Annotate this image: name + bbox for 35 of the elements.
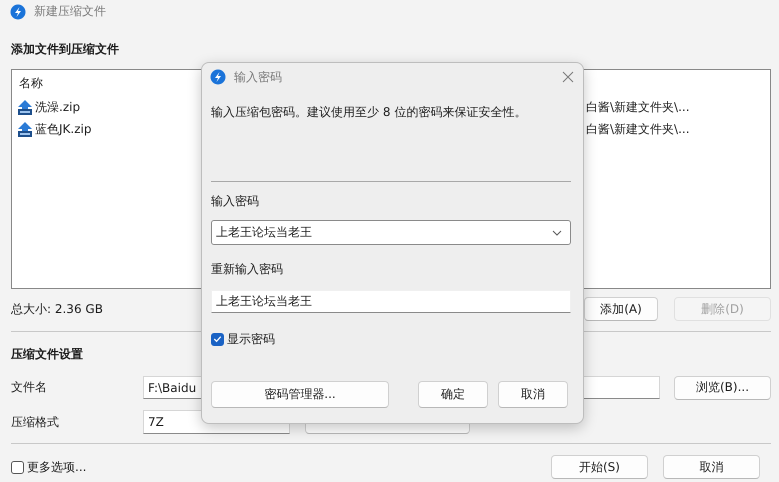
lightning-icon (210, 69, 226, 85)
section-heading: 压缩文件设置 (11, 346, 84, 363)
close-icon[interactable] (562, 71, 574, 83)
button[interactable]: 添加(A) (584, 297, 658, 321)
checkbox[interactable] (11, 460, 24, 474)
chevron-down-icon (552, 230, 562, 236)
field-label: 压缩格式 (11, 414, 60, 430)
field-label: 重新输入密码 (211, 261, 284, 277)
field-label: 文件名 (11, 379, 48, 396)
file-name[interactable]: 洗澡.zip (35, 98, 80, 116)
dialog-title: 输入密码 (234, 68, 283, 86)
checkbox-label[interactable]: 显示密码 (227, 330, 275, 348)
window-title: 新建压缩文件 (34, 3, 106, 20)
section-heading: 添加文件到压缩文件 (11, 41, 120, 58)
password-dropdown[interactable]: 上老王论坛当老王 (211, 220, 571, 245)
field-label: 输入密码 (211, 193, 260, 209)
archive-file-icon (17, 121, 33, 137)
dialog-message: 输入压缩包密码。建议使用至少 8 位的密码来保证安全性。 (211, 104, 528, 120)
file-path: 白酱\新建文件夹\... (586, 120, 690, 138)
button[interactable]: 密码管理器... (211, 381, 389, 408)
lightning-icon (10, 4, 26, 20)
file-name[interactable]: 蓝色JK.zip (35, 120, 92, 138)
column-header[interactable]: 名称 (19, 74, 43, 92)
archive-file-icon (17, 99, 33, 115)
button[interactable]: 取消 (663, 455, 760, 479)
file-path: 白酱\新建文件夹\... (586, 98, 690, 116)
checkbox[interactable] (211, 332, 224, 346)
button[interactable]: 取消 (498, 381, 568, 408)
checkbox-label[interactable]: 更多选项... (27, 458, 86, 476)
button[interactable]: 开始(S) (551, 455, 648, 479)
input-field[interactable]: 上老王论坛当老王 (211, 290, 571, 313)
browse-button[interactable]: 浏览(B)... (674, 376, 771, 400)
total-size: 总大小: 2.36 GB (11, 300, 103, 318)
field-value: 上老王论坛当老王 (216, 224, 313, 241)
button[interactable]: 确定 (418, 381, 488, 408)
